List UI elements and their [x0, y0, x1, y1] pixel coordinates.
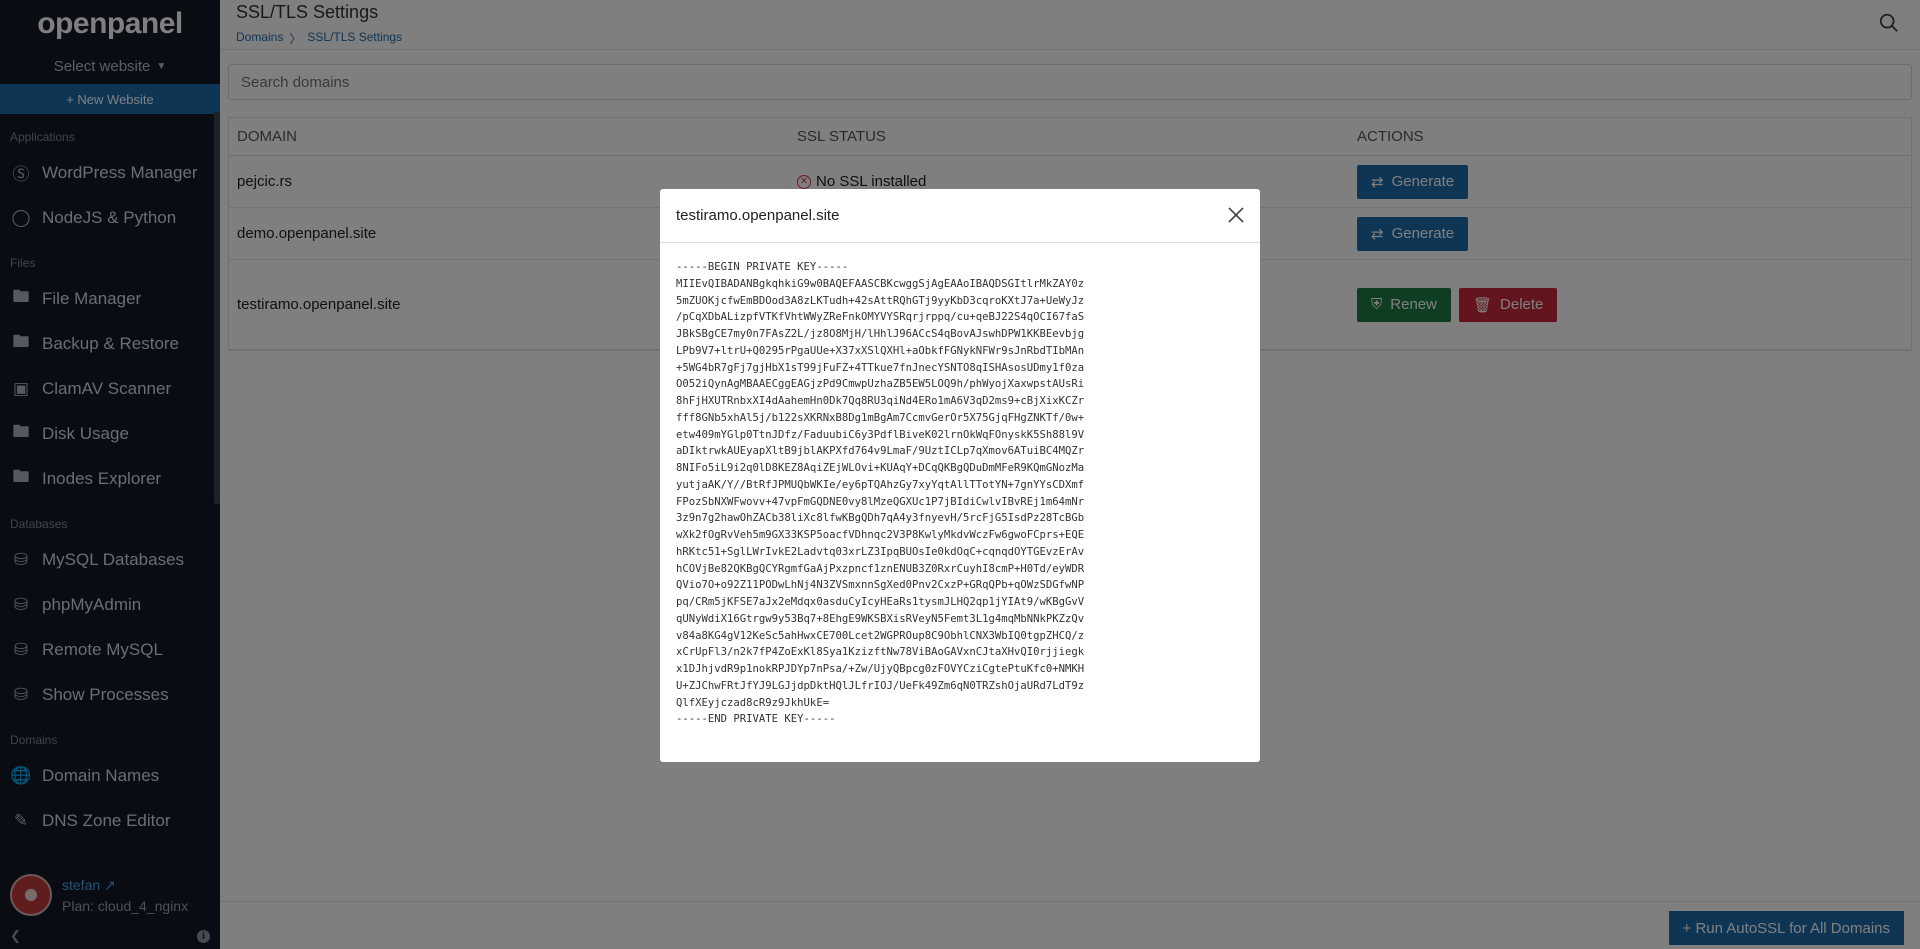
modal-header: testiramo.openpanel.site: [660, 189, 1260, 243]
key-line: qUNyWdiX16Gtrgw9y53Bq7+8EhgE9WKSBXisRVey…: [676, 612, 1085, 625]
modal-body: -----BEGIN PRIVATE KEY----- MIIEvQIBADANB…: [660, 243, 1260, 744]
key-line: -----BEGIN PRIVATE KEY-----: [676, 261, 849, 273]
key-line: yutjaAK/Y//BtRfJPMUQbWKIe/ey6pTQAhzGy7xy…: [676, 478, 1085, 491]
key-line: 5mZUOKjcfwEmBDOod3A8zLKTudh+42sAttRQhGTj…: [676, 294, 1085, 307]
key-line: aDIktrwkAUEyapXltB9jblAKPXfd764v9LmaF/9U…: [676, 445, 1085, 458]
key-line: 8hFjHXUTRnbxXI4dAahemHn0Dk7Qq8RU3qiNd4ER…: [676, 395, 1085, 407]
close-icon[interactable]: [1226, 205, 1246, 225]
key-line: FPozSbNXWFwovv+47vpFmGQDNE0vy8lMzeQGXUc1…: [676, 495, 1085, 508]
key-line: U+ZJChwFRtJfYJ9LGJjdpDktHQlJLfrIOJ/UeFk4…: [676, 679, 1085, 692]
key-line: /pCqXDbALizpfVTKfVhtWWyZReFnkOMYVYSRqrjr…: [676, 311, 1085, 324]
key-line: hCOVjBe82QKBgQCYRgmfGaAjPxzpncf1znENUB3Z…: [676, 562, 1085, 575]
key-line: QVio7O+o92Z11PODwLhNj4N3ZVSmxnnSgXed0Pnv…: [676, 579, 1085, 592]
key-line: QlfXEyjczad8cR9z9JkhUkE=: [676, 696, 830, 709]
key-line: fff8GNb5xhAl5j/b122sXKRNxB8Dg1mBgAm7Ccmv…: [676, 411, 1085, 424]
modal-backdrop[interactable]: testiramo.openpanel.site -----BEGIN PRIV…: [0, 0, 1920, 949]
key-line: x1DJhjvdR9p1nokRPJDYp7nPsa/+Zw/UjyQBpcg0…: [676, 663, 1085, 675]
key-line: JBkSBgCE7my0n7FAsZ2L/jz8O8MjH/lHhlJ96ACc…: [676, 328, 1085, 340]
private-key-text: -----BEGIN PRIVATE KEY----- MIIEvQIBADANB…: [676, 259, 1244, 728]
key-line: xCrUpFl3/n2k7fP4ZoExKl8Sya1KzizftNw78ViB…: [676, 646, 1085, 659]
key-line: etw409mYGlp0TtnJDfz/FaduubiC6y3PdflBiveK…: [676, 428, 1085, 441]
key-line: MIIEvQIBADANBgkqhkiG9w0BAQEFAASCBKcwggSj…: [676, 277, 1085, 290]
key-line: -----END PRIVATE KEY-----: [676, 713, 836, 726]
key-line: +5WG4bR7gFj7gjHbX1sT99jFuFZ+4TTkue7fnJne…: [676, 361, 1085, 374]
key-line: O052iQynAgMBAAECggEAGjzPd9CmwpUzhaZB5EW5…: [676, 378, 1085, 391]
key-line: 3z9n7g2hawOhZACb38liXc8lfwKBgQDh7qA4y3fn…: [676, 512, 1085, 525]
key-line: LPb9V7+ltrU+Q0295rPgaUUe+X37xXSlQXHl+aOb…: [676, 344, 1085, 357]
private-key-modal: testiramo.openpanel.site -----BEGIN PRIV…: [660, 189, 1260, 762]
key-line: wXk2fOgRvVeh5m9GX33KSP5oacfVDhnqc2V3P8Kw…: [676, 529, 1085, 541]
key-line: hRKtc51+SglLWrIvkE2Ladvtq03xrLZ3IpqBUOsI…: [676, 545, 1085, 558]
key-line: v84a8KG4gV12KeSc5ahHwxCE700Lcet2WGPROup8…: [676, 629, 1085, 642]
modal-title: testiramo.openpanel.site: [676, 207, 840, 224]
key-line: 8NIFo5iL9i2q0lD8KEZ8AqiZEjWLOvi+KUAqY+DC…: [676, 462, 1085, 474]
key-line: pq/CRm5jKFSE7aJx2eMdqx0asduCyIcyHEaRs1ty…: [676, 596, 1085, 608]
